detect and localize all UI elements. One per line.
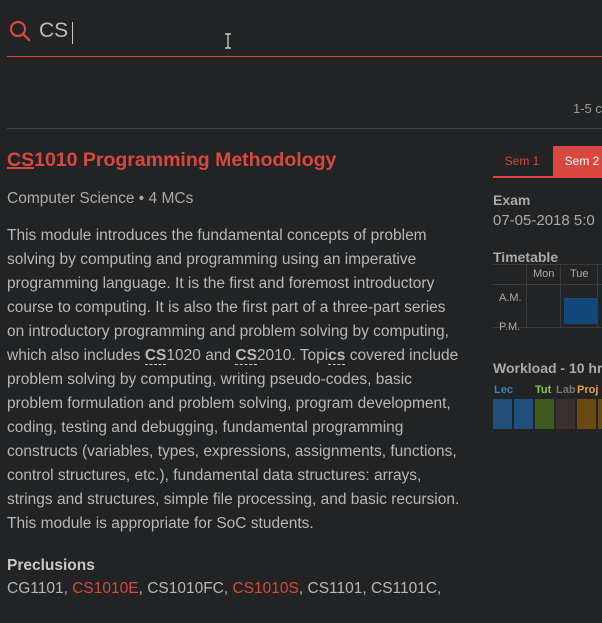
search-bar[interactable] — [7, 10, 602, 57]
divider — [7, 128, 602, 129]
timetable-grid: Mon Tue A.M. P.M. — [493, 264, 602, 333]
workload-block-lab — [556, 399, 575, 429]
exam-label: Exam — [493, 192, 531, 208]
day-header-mon: Mon — [533, 268, 555, 280]
desc-highlight: CS — [144, 347, 167, 365]
workload-bars: Lec Tut Lab Proj — [493, 384, 602, 432]
workload-block-lec — [514, 399, 533, 429]
title-highlight: CS — [7, 149, 35, 171]
workload-block-tut — [535, 399, 554, 429]
tab-sem-1[interactable]: Sem 1 — [493, 146, 551, 176]
semester-tabs: Sem 1 Sem 2 — [493, 146, 602, 178]
module-description: This module introduces the fundamental c… — [7, 224, 467, 536]
text-caret — [72, 22, 73, 44]
desc-text: This module introduces the fundamental c… — [7, 227, 449, 364]
text-cursor-icon — [225, 33, 231, 49]
grid-line — [493, 264, 602, 265]
desc-highlight: cs — [328, 347, 346, 365]
search-icon — [9, 20, 31, 42]
preclusion-item: CG1101 — [7, 580, 64, 597]
workload-block-lec — [493, 399, 512, 429]
preclusions-list: CG1101, CS1010E, CS1010FC, CS1010S, CS11… — [7, 580, 442, 597]
grid-line — [597, 264, 598, 328]
preclusion-item: CS1101C, — [371, 580, 442, 597]
timetable-slot[interactable] — [564, 298, 597, 324]
preclusion-link[interactable]: CS1010E — [72, 580, 138, 597]
module-subtitle: Computer Science • 4 MCs — [7, 190, 194, 207]
tab-sem-2[interactable]: Sem 2 — [553, 146, 602, 176]
timetable-label: Timetable — [493, 249, 559, 265]
preclusions-heading: Preclusions — [7, 557, 95, 574]
grid-line — [493, 284, 602, 285]
am-label: A.M. — [499, 292, 522, 304]
exam-date: 07-05-2018 5:0 — [493, 212, 595, 229]
pm-label: P.M. — [499, 321, 521, 333]
preclusion-link[interactable]: CS1010S — [233, 580, 299, 597]
day-header-tue: Tue — [570, 268, 589, 280]
workload-tag-tut: Tut — [535, 384, 552, 396]
desc-highlight: CS — [235, 347, 257, 365]
preclusion-item: CS1101 — [307, 580, 363, 597]
workload-label: Workload - 10 hr — [493, 360, 602, 376]
workload-block-proj — [577, 399, 596, 429]
grid-line — [560, 264, 561, 328]
desc-text: covered include problem solving by compu… — [7, 347, 460, 532]
workload-tag-proj: Proj — [577, 384, 599, 396]
title-rest: 1010 Programming Methodology — [34, 149, 337, 171]
workload-tag-lec: Lec — [494, 384, 513, 396]
semester-panel: Sem 1 Sem 2 Exam 07-05-2018 5:0 Timetabl… — [493, 146, 602, 623]
results-count: 1-5 c — [573, 101, 602, 116]
workload-block-proj — [598, 399, 602, 429]
preclusion-item: CS1010FC — [147, 580, 224, 597]
search-input[interactable] — [39, 16, 579, 46]
module-details: CS1010 Programming Methodology Computer … — [7, 146, 467, 601]
workload-tag-lab: Lab — [556, 384, 576, 396]
grid-line — [526, 264, 527, 328]
desc-text: 1020 and — [166, 347, 236, 364]
desc-text: 2010. Topi — [256, 347, 329, 364]
module-title[interactable]: CS1010 Programming Methodology — [7, 146, 467, 174]
